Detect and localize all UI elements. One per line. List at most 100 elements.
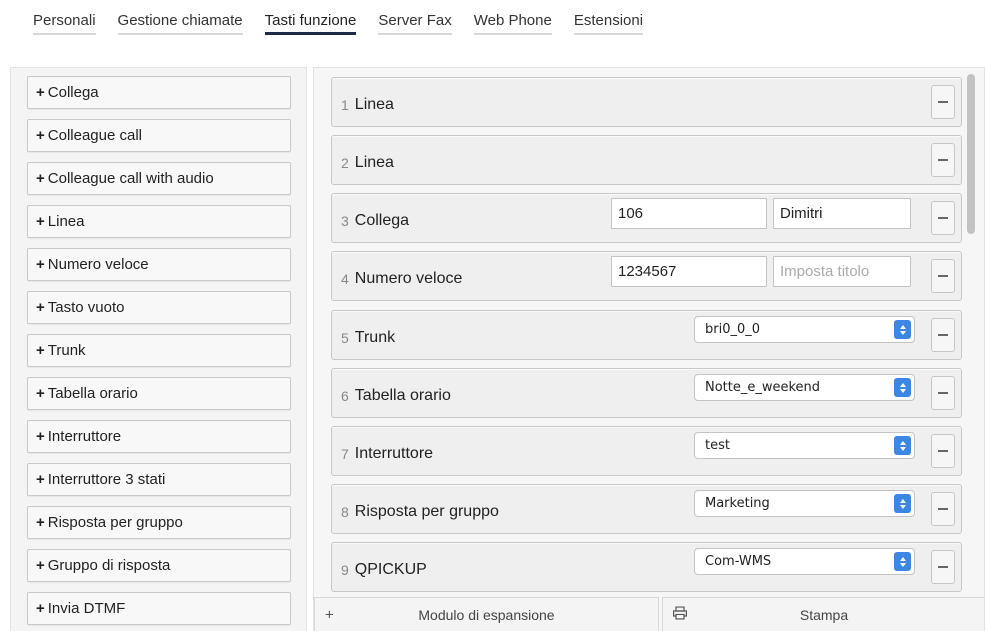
remove-key-button[interactable] xyxy=(931,259,955,293)
tab-server-fax[interactable]: Server Fax xyxy=(378,12,452,35)
key-row: 1 Linea xyxy=(331,77,962,127)
key-row: 8 Risposta per gruppo Marketing xyxy=(331,484,962,534)
key-title: 7 Interruttore xyxy=(341,427,433,475)
remove-key-button[interactable] xyxy=(931,376,955,410)
remove-key-button[interactable] xyxy=(931,143,955,177)
add-key-tabella-orario-button[interactable]: + Tabella orario xyxy=(27,377,291,410)
minus-icon xyxy=(938,101,948,103)
add-key-risposta-per-gruppo-button[interactable]: + Risposta per gruppo xyxy=(27,506,291,539)
tab-gestione-chiamate[interactable]: Gestione chiamate xyxy=(117,12,243,35)
select-stepper-icon xyxy=(894,436,911,455)
print-button[interactable]: Stampa xyxy=(662,597,984,631)
add-key-linea-button[interactable]: + Linea xyxy=(27,205,291,238)
plus-icon: + xyxy=(36,213,45,230)
key-type: Interruttore xyxy=(354,445,434,462)
add-key-label: Gruppo di risposta xyxy=(47,557,171,574)
select-stepper-icon xyxy=(894,320,911,339)
key-type: Collega xyxy=(354,212,410,229)
add-key-colleague-call-audio-button[interactable]: + Colleague call with audio xyxy=(27,162,291,195)
add-key-numero-veloce-button[interactable]: + Numero veloce xyxy=(27,248,291,281)
minus-icon xyxy=(938,508,948,510)
select-value: bri0_0_0 xyxy=(705,322,761,337)
add-key-invia-dtmf-button[interactable]: + Invia DTMF xyxy=(27,592,291,625)
print-label: Stampa xyxy=(799,606,849,623)
key-title: 4 Numero veloce xyxy=(341,252,462,300)
remove-key-button[interactable] xyxy=(931,550,955,584)
select-value: Marketing xyxy=(705,496,770,511)
tab-tasti-funzione[interactable]: Tasti funzione xyxy=(264,12,357,35)
key-type: Numero veloce xyxy=(354,270,463,287)
tab-web-phone[interactable]: Web Phone xyxy=(473,12,552,35)
select-value: test xyxy=(705,438,730,453)
bottom-toolbar: + Modulo di espansione Stampa xyxy=(314,597,984,631)
add-key-label: Risposta per gruppo xyxy=(47,514,183,531)
remove-key-button[interactable] xyxy=(931,318,955,352)
key-row: 5 Trunk bri0_0_0 xyxy=(331,310,962,360)
remove-key-button[interactable] xyxy=(931,492,955,526)
expansion-module-label: Modulo di espansione xyxy=(418,606,555,623)
key-value-input[interactable] xyxy=(611,256,767,287)
plus-icon: + xyxy=(36,557,45,574)
add-key-label: Colleague call xyxy=(47,127,142,144)
key-title: 8 Risposta per gruppo xyxy=(341,485,499,533)
add-key-colleague-call-button[interactable]: + Colleague call xyxy=(27,119,291,152)
key-title-input[interactable] xyxy=(773,198,911,229)
add-key-trunk-button[interactable]: + Trunk xyxy=(27,334,291,367)
key-value-input[interactable] xyxy=(611,198,767,229)
select-stepper-icon xyxy=(894,494,911,513)
key-row: 4 Numero veloce xyxy=(331,251,962,301)
add-key-collega-button[interactable]: + Collega xyxy=(27,76,291,109)
add-key-label: Collega xyxy=(47,84,99,101)
keys-scrollbar[interactable] xyxy=(964,72,978,597)
key-title: 2 Linea xyxy=(341,136,394,184)
key-select[interactable]: Notte_e_weekend xyxy=(694,374,915,401)
key-number: 7 xyxy=(341,446,349,462)
select-stepper-icon xyxy=(894,378,911,397)
remove-key-button[interactable] xyxy=(931,434,955,468)
remove-key-button[interactable] xyxy=(931,85,955,119)
key-type: Tabella orario xyxy=(354,387,451,404)
key-select[interactable]: Com-WMS xyxy=(694,548,915,575)
tab-estensioni[interactable]: Estensioni xyxy=(573,12,644,35)
add-key-tasto-vuoto-button[interactable]: + Tasto vuoto xyxy=(27,291,291,324)
plus-icon: + xyxy=(36,471,45,488)
key-title-input[interactable] xyxy=(773,256,911,287)
key-title: 9 QPICKUP xyxy=(341,543,427,591)
select-value: Com-WMS xyxy=(705,554,772,569)
configured-keys-panel: 1Linea 2Linea 3 Collega 4 Numero veloce 5T… xyxy=(313,67,985,631)
select-value: Notte_e_weekend xyxy=(705,380,821,395)
minus-icon xyxy=(938,392,948,394)
plus-icon: + xyxy=(36,170,45,187)
add-key-interruttore-button[interactable]: + Interruttore xyxy=(27,420,291,453)
available-keys-panel: + Collega + Colleague call + Colleague call… xyxy=(10,67,307,631)
minus-icon xyxy=(938,334,948,336)
plus-icon: + xyxy=(36,514,45,531)
tab-personali[interactable]: Personali xyxy=(33,12,96,35)
key-select[interactable]: test xyxy=(694,432,915,459)
key-select[interactable]: Marketing xyxy=(694,490,915,517)
expansion-module-button[interactable]: + Modulo di espansione xyxy=(314,597,659,631)
key-title: 3 Collega xyxy=(341,194,409,242)
add-key-label: Trunk xyxy=(47,342,86,359)
main-tabs: Personali Gestione chiamate Tasti funzio… xyxy=(33,12,665,35)
plus-icon: + xyxy=(36,428,45,445)
add-key-label: Tabella orario xyxy=(47,385,138,402)
minus-icon xyxy=(938,217,948,219)
plus-icon: + xyxy=(325,606,334,623)
key-row: 2 Linea xyxy=(331,135,962,185)
add-key-gruppo-di-risposta-button[interactable]: + Gruppo di risposta xyxy=(27,549,291,582)
key-number: 3 xyxy=(341,213,349,229)
scrollbar-thumb[interactable] xyxy=(967,74,975,234)
key-select[interactable]: bri0_0_0 xyxy=(694,316,915,343)
add-key-interruttore-3-stati-button[interactable]: + Interruttore 3 stati xyxy=(27,463,291,496)
minus-icon xyxy=(938,275,948,277)
plus-icon: + xyxy=(36,299,45,316)
key-row: 6 Tabella orario Notte_e_weekend xyxy=(331,368,962,418)
key-title: 1 Linea xyxy=(341,78,394,126)
add-key-label: Interruttore xyxy=(47,428,122,445)
key-type: Trunk xyxy=(354,329,396,346)
key-title: 5 Trunk xyxy=(341,311,395,359)
key-number: 4 xyxy=(341,271,349,287)
remove-key-button[interactable] xyxy=(931,201,955,235)
select-stepper-icon xyxy=(894,552,911,571)
